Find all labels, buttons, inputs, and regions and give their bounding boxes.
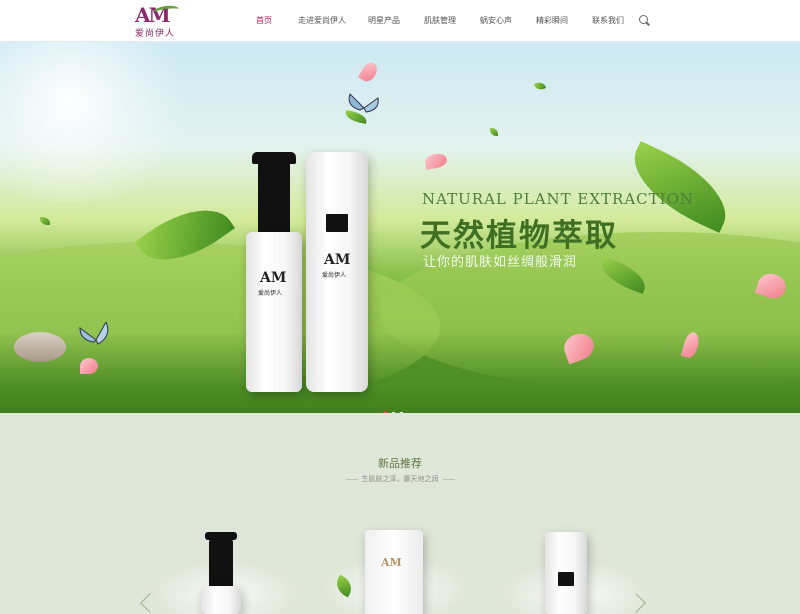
brand-logo[interactable]: AM 爱尚伊人 — [133, 3, 183, 39]
butterfly-icon — [348, 93, 379, 113]
slider-dot[interactable] — [391, 412, 396, 413]
petal-decoration — [357, 59, 381, 85]
bottle-brand-text: 爱尚伊人 — [258, 290, 283, 297]
leaf-decoration — [490, 128, 498, 136]
divider — [442, 478, 455, 480]
nav-item-contact[interactable]: 联系我们 — [592, 15, 624, 26]
nav-item-moments[interactable]: 精彩瞬间 — [536, 15, 568, 26]
site-header: AM 爱尚伊人 首页 走进爱尚伊人 明星产品 肌肤管理 蜗安心声 精彩瞬间 联系… — [0, 0, 800, 42]
banner-subtitle: 让你的肌肤如丝绸般滑润 — [423, 255, 578, 270]
nav-item-home[interactable]: 首页 — [256, 15, 272, 26]
product-card-1[interactable] — [201, 532, 241, 614]
product-card-2[interactable]: AM — [365, 530, 423, 614]
banner-title-en: NATURAL PLANT EXTRACTION — [422, 190, 695, 208]
banner-title-cn: 天然植物萃取 — [420, 218, 618, 254]
divider — [345, 478, 358, 480]
product-bottle-pump: AM 爱尚伊人 — [246, 152, 302, 392]
slider-dot[interactable] — [399, 412, 404, 413]
sky-glow — [0, 42, 200, 202]
leaf-decoration — [533, 80, 547, 92]
bottle-brand-mark: AM — [324, 252, 351, 268]
section-title: 新品推荐 — [378, 457, 422, 470]
grass-foreground — [0, 332, 800, 413]
rock-decoration — [14, 332, 66, 362]
petal-decoration — [423, 152, 449, 170]
product-bottle-tube: AM 爱尚伊人 — [306, 152, 368, 392]
section-subtitle-text: 生肌肤之泽，赢天地之润 — [361, 475, 439, 483]
section-subtitle: 生肌肤之泽，赢天地之润 — [0, 474, 800, 484]
slider-dot[interactable] — [383, 412, 388, 413]
leaf-decoration — [40, 217, 50, 225]
product-card-3[interactable] — [545, 532, 587, 614]
nav-item-about[interactable]: 走进爱尚伊人 — [298, 15, 346, 26]
butterfly-icon — [79, 322, 109, 345]
nav-item-skin-care[interactable]: 肌肤管理 — [424, 15, 456, 26]
tube-brand-mark: AM — [381, 556, 402, 569]
leaf-decoration — [619, 141, 741, 233]
hero-banner[interactable]: AM 爱尚伊人 AM 爱尚伊人 NATURAL PLANT EXTRACTION… — [0, 42, 800, 413]
bottle-brand-mark: AM — [260, 270, 287, 286]
nav-item-products[interactable]: 明星产品 — [368, 15, 400, 26]
flower-decoration — [80, 358, 98, 374]
slider-dots — [383, 402, 407, 413]
nav-item-testimonials[interactable]: 蜗安心声 — [480, 15, 512, 26]
search-icon[interactable] — [639, 15, 648, 24]
logo-text: 爱尚伊人 — [135, 29, 176, 39]
bottle-brand-text: 爱尚伊人 — [322, 272, 347, 279]
